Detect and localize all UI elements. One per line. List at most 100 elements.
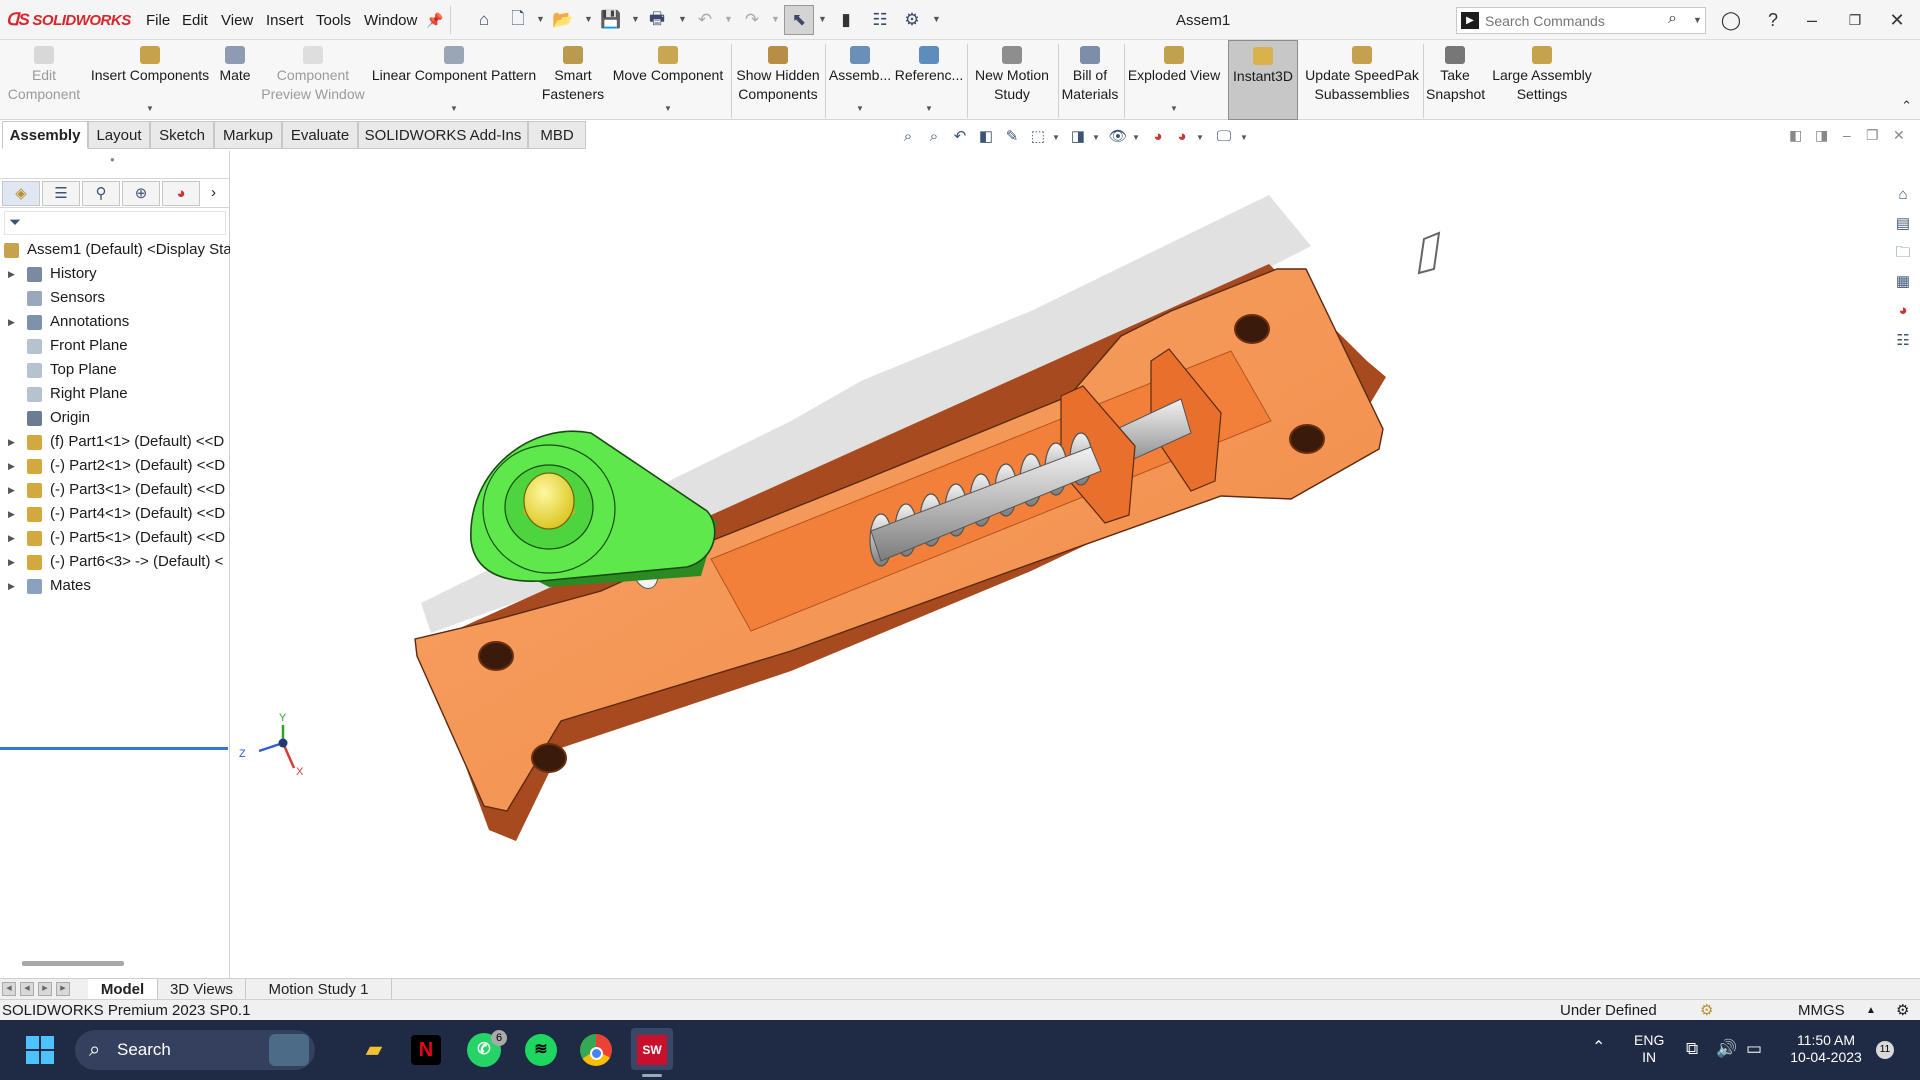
menu-tools[interactable]: Tools [316, 12, 351, 29]
home-icon[interactable]: ⌂ [472, 8, 496, 32]
instant3d-button[interactable]: Instant3D [1228, 40, 1298, 120]
tab-motion-study-1[interactable]: Motion Study 1 [246, 979, 392, 1000]
tab-mbd[interactable]: MBD [528, 121, 586, 149]
options-dropdown-icon[interactable]: ▼ [932, 14, 941, 24]
search-commands-box[interactable]: ▶ ⌕ ▼ [1456, 7, 1706, 34]
status-settings-icon[interactable]: ⚙ [1896, 1000, 1909, 1021]
select-dropdown-icon[interactable]: ▼ [818, 14, 827, 24]
expand-arrow-icon[interactable]: ▶ [8, 310, 15, 334]
move-component-button[interactable]: Move Component ▼ [608, 40, 728, 120]
select-arrow-icon[interactable]: ⬉ [784, 5, 814, 35]
dynamic-annotation-icon[interactable]: ✎ [1002, 127, 1022, 147]
pin-icon[interactable]: 📌 [423, 8, 447, 32]
tree-item-front-plane[interactable]: Front Plane [0, 334, 230, 358]
tab-model[interactable]: Model [88, 979, 158, 1000]
tab-assembly[interactable]: Assembly [2, 121, 88, 149]
expand-arrow-icon[interactable]: ▶ [8, 574, 15, 598]
user-account-icon[interactable]: ◯ [1720, 9, 1742, 31]
propertymanager-tab-icon[interactable]: ☰ [42, 181, 80, 206]
file-properties-icon[interactable]: ☷ [868, 8, 892, 32]
edit-appearance-icon[interactable]: ◕ [1148, 127, 1168, 147]
tree-item-mates[interactable]: ▶ Mates [0, 574, 230, 598]
expand-arrow-icon[interactable]: ▶ [8, 502, 15, 526]
restore-icon[interactable]: ❐ [1844, 9, 1866, 31]
section-view-icon[interactable]: ◧ [976, 127, 996, 147]
new-dropdown-icon[interactable]: ▼ [536, 14, 545, 24]
expand-arrow-icon[interactable]: ▶ [8, 526, 15, 550]
rollback-bar[interactable] [0, 747, 228, 750]
smart-fasteners-button[interactable]: Smart Fasteners [540, 40, 606, 120]
apply-scene-icon[interactable]: ◕ [1172, 127, 1192, 147]
zoom-to-area-icon[interactable]: ⌕ [924, 127, 944, 147]
horizontal-scrollbar[interactable] [22, 961, 124, 966]
spotify-icon[interactable]: ≋ [525, 1034, 557, 1066]
rebuild-status-icon[interactable]: ⚙ [1700, 1000, 1713, 1021]
new-motion-study-button[interactable]: New Motion Study [970, 40, 1054, 120]
redo-icon[interactable]: ↷ [740, 8, 764, 32]
expand-arrow-icon[interactable]: ▶ [8, 262, 15, 286]
linear-pattern-dropdown-icon[interactable]: ▼ [450, 99, 458, 118]
next-tab-icon[interactable]: ▶ [38, 982, 52, 996]
displaymanager-tab-icon[interactable]: ◕ [162, 181, 200, 206]
collapse-chevron-icon[interactable]: ⌃ [1901, 98, 1912, 114]
taskbar-search[interactable]: ⌕ Search [75, 1030, 315, 1070]
network-icon[interactable]: ⧉ [1686, 1040, 1698, 1057]
tree-item-part5-1-default-d[interactable]: ▶ (-) Part5<1> (Default) <<D [0, 526, 230, 550]
solidworks-taskbar-button[interactable]: SW [631, 1028, 673, 1070]
view-orientation-dropdown-icon[interactable]: ▼ [1052, 133, 1060, 142]
doc-restore-icon[interactable]: ❐ [1866, 127, 1879, 144]
display-style-dropdown-icon[interactable]: ▼ [1092, 133, 1100, 142]
doc-minimize-icon[interactable]: – [1843, 127, 1851, 143]
view-orientation-icon[interactable]: ⬚ [1028, 127, 1048, 147]
tab-3d-views[interactable]: 3D Views [158, 979, 246, 1000]
unit-system-text[interactable]: MMGS [1798, 1000, 1845, 1021]
bill-of-materials-button[interactable]: Bill of Materials [1061, 40, 1119, 120]
tree-filter[interactable]: ⏷ [4, 211, 226, 235]
save-dropdown-icon[interactable]: ▼ [631, 14, 640, 24]
menu-edit[interactable]: Edit [182, 12, 208, 29]
tab-evaluate[interactable]: Evaluate [282, 121, 358, 149]
undo-icon[interactable]: ↶ [693, 8, 717, 32]
expand-arrow-icon[interactable]: ▶ [8, 454, 15, 478]
appearances-icon[interactable]: ◕ [1892, 299, 1914, 321]
reference-geometry-dropdown-icon[interactable]: ▼ [925, 99, 933, 118]
netflix-icon[interactable]: N [411, 1035, 441, 1065]
minimize-icon[interactable]: – [1801, 9, 1823, 31]
show-hidden-icons-chevron-icon[interactable]: ⌃ [1592, 1039, 1605, 1056]
tile-left-icon[interactable]: ◧ [1789, 127, 1802, 144]
rebuild-icon[interactable]: ▮ [834, 8, 858, 32]
expand-arrow-icon[interactable]: ▶ [8, 430, 15, 454]
search-input[interactable] [1485, 10, 1665, 31]
battery-icon[interactable]: ▭ [1746, 1040, 1762, 1057]
solidworks-resources-icon[interactable]: ⌂ [1892, 183, 1914, 205]
open-dropdown-icon[interactable]: ▼ [584, 14, 593, 24]
undo-dropdown-icon[interactable]: ▼ [724, 14, 733, 24]
file-explorer-taskbar-icon[interactable]: ▰ [354, 1030, 394, 1070]
close-icon[interactable]: ✕ [1886, 9, 1908, 31]
print-dropdown-icon[interactable]: ▼ [678, 14, 687, 24]
design-library-icon[interactable]: ▤ [1892, 212, 1914, 234]
custom-properties-icon[interactable]: ☷ [1892, 329, 1914, 351]
expand-arrow-icon[interactable]: ▶ [8, 478, 15, 502]
update-speedpak-button[interactable]: Update SpeedPak Subassemblies [1302, 40, 1422, 120]
tree-item-f-part1-1-default-d[interactable]: ▶ (f) Part1<1> (Default) <<D [0, 430, 230, 454]
apply-scene-dropdown-icon[interactable]: ▼ [1196, 133, 1204, 142]
exploded-view-dropdown-icon[interactable]: ▼ [1170, 99, 1178, 118]
linear-component-pattern-button[interactable]: Linear Component Pattern ▼ [370, 40, 538, 120]
tree-item-part6-3-default[interactable]: ▶ (-) Part6<3> -> (Default) < [0, 550, 230, 574]
chrome-icon[interactable] [580, 1034, 612, 1066]
options-gear-icon[interactable]: ⚙ [900, 8, 924, 32]
clock[interactable]: 11:50 AM 10-04-2023 [1784, 1032, 1868, 1066]
tab-markup[interactable]: Markup [214, 121, 282, 149]
solidworks-logo[interactable]: ᗡS SOLIDWORKS [6, 10, 131, 30]
windows-start-icon[interactable] [20, 1030, 60, 1070]
units-caret-icon[interactable]: ▲ [1866, 1000, 1876, 1021]
previous-view-icon[interactable]: ↶ [950, 127, 970, 147]
featuremanager-tab-icon[interactable]: ◈ [2, 181, 40, 206]
menu-view[interactable]: View [221, 12, 253, 29]
exploded-view-button[interactable]: Exploded View ▼ [1127, 40, 1221, 120]
search-icon[interactable]: ⌕ [1668, 10, 1677, 28]
view-settings-icon[interactable]: 🖵 [1214, 127, 1234, 147]
tab-sketch[interactable]: Sketch [150, 121, 214, 149]
language-indicator[interactable]: ENG IN [1634, 1032, 1664, 1066]
